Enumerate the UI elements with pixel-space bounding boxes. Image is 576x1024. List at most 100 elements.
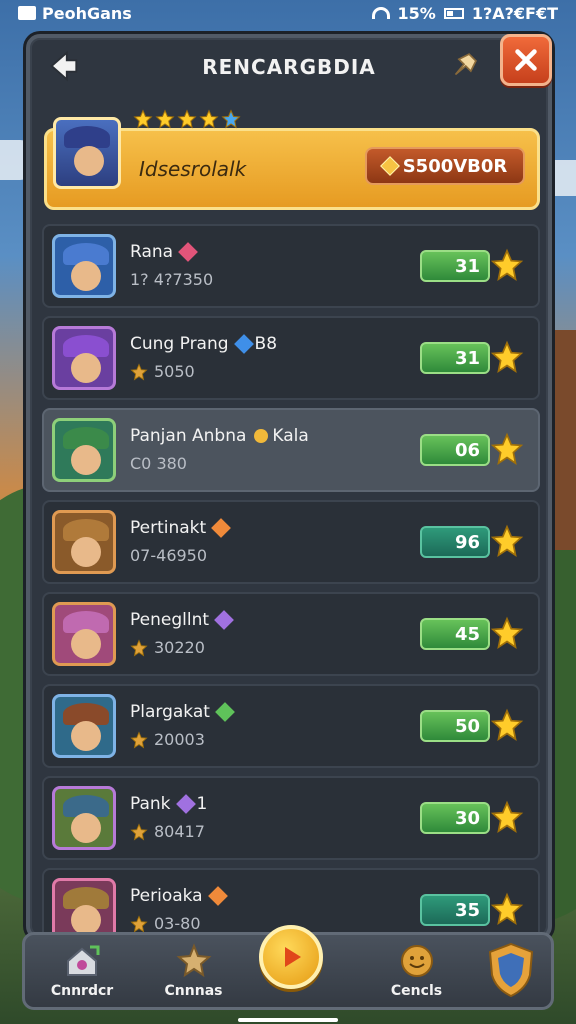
face bbox=[71, 813, 101, 843]
player-stat-text: 1? 4?7350 bbox=[130, 270, 214, 289]
panel-header: RENCARGBDIA bbox=[30, 34, 552, 96]
avatar bbox=[52, 234, 116, 298]
bottom-navigation: Cnnrdcr Cnnnas Cencls bbox=[22, 925, 554, 1010]
battery-icon bbox=[443, 7, 464, 19]
player-stat-text: 03-80 bbox=[154, 914, 201, 933]
player-name-text: Perioaka bbox=[130, 886, 203, 906]
list-item[interactable]: Penegllnt 30220 45 bbox=[42, 592, 540, 676]
player-stat-text: 5050 bbox=[154, 362, 195, 381]
player-name: Penegllnt bbox=[130, 610, 234, 630]
app-name: PeohGans bbox=[42, 3, 132, 23]
avatar bbox=[52, 694, 116, 758]
nav-label: Cencls bbox=[390, 983, 443, 999]
status-bar: PeohGans 15% 1?A?€F€T bbox=[0, 0, 576, 26]
star-icon bbox=[221, 109, 241, 129]
player-name: Panjan Anbna Kala bbox=[130, 426, 309, 446]
wifi-icon bbox=[371, 7, 390, 19]
score-badge: 96 bbox=[420, 526, 490, 558]
face bbox=[71, 629, 101, 659]
close-icon bbox=[515, 49, 537, 71]
arrow-left-icon bbox=[50, 50, 78, 82]
ranking-panel: RENCARGBDIA Idsesrolalk S500VB0R Rana 1?… bbox=[26, 34, 552, 952]
gem-icon bbox=[211, 518, 232, 538]
player-name: Plargakat bbox=[130, 702, 235, 722]
player-name-extra: Kala bbox=[272, 426, 309, 446]
player-stat: 1? 4?7350 bbox=[130, 270, 213, 289]
avatar bbox=[52, 602, 116, 666]
close-button[interactable] bbox=[500, 34, 552, 86]
player-name-text: Pank bbox=[130, 794, 171, 814]
star-icon bbox=[130, 914, 148, 932]
player-stat: 5050 bbox=[130, 362, 195, 381]
list-item[interactable]: Plargakat 20003 50 bbox=[42, 684, 540, 768]
face bbox=[71, 261, 101, 291]
pin-button[interactable] bbox=[444, 46, 484, 86]
page-title: RENCARGBDIA bbox=[202, 55, 376, 79]
player-name-text: Panjan Anbna bbox=[130, 426, 247, 446]
nav-item-badges[interactable]: Cnnnas bbox=[149, 943, 239, 999]
rows-container: Rana 1? 4?7350 31 Cung Prang B8 5050 31 Panjan … bbox=[42, 224, 540, 952]
list-item[interactable]: Cung Prang B8 5050 31 bbox=[42, 316, 540, 400]
player-stat: 20003 bbox=[130, 730, 205, 749]
star-icon bbox=[490, 892, 524, 926]
star-icon bbox=[490, 708, 524, 742]
avatar bbox=[52, 418, 116, 482]
score-badge: 45 bbox=[420, 618, 490, 650]
star-icon bbox=[130, 362, 148, 380]
clock: 1?A?€F€T bbox=[471, 3, 558, 23]
nav-label: Cnnnas bbox=[164, 983, 223, 999]
nav-item-coins[interactable]: Cencls bbox=[372, 943, 462, 999]
pin-icon bbox=[454, 53, 477, 76]
face bbox=[71, 353, 101, 383]
gem-icon bbox=[175, 794, 196, 814]
player-name-text: Penegllnt bbox=[130, 610, 210, 630]
face bbox=[71, 445, 101, 475]
score-badge: 31 bbox=[420, 250, 490, 282]
avatar bbox=[52, 326, 116, 390]
shield-button[interactable] bbox=[483, 937, 539, 999]
star-icon bbox=[177, 109, 197, 129]
player-name-extra: 1 bbox=[196, 794, 208, 814]
gem-icon bbox=[379, 156, 400, 176]
list-item[interactable]: Pertinakt 07-46950 96 bbox=[42, 500, 540, 584]
nav-item-home[interactable]: Cnnrdcr bbox=[37, 943, 127, 999]
star-icon bbox=[490, 432, 524, 466]
score-badge: 31 bbox=[420, 342, 490, 374]
star-icon bbox=[130, 730, 148, 748]
play-button[interactable] bbox=[259, 925, 323, 989]
star-badge-icon bbox=[176, 943, 211, 978]
house-icon bbox=[67, 945, 100, 976]
list-item[interactable]: Rana 1? 4?7350 31 bbox=[42, 224, 540, 308]
star-icon bbox=[130, 822, 148, 840]
ranking-list: Idsesrolalk S500VB0R Rana 1? 4?7350 31 Cung… bbox=[42, 108, 540, 952]
star-icon bbox=[490, 340, 524, 374]
player-stat: 80417 bbox=[130, 822, 205, 841]
featured-entry[interactable]: Idsesrolalk S500VB0R bbox=[44, 109, 540, 210]
featured-value-button[interactable]: S500VB0R bbox=[365, 147, 525, 185]
score-badge: 35 bbox=[420, 894, 490, 926]
coin-face-icon bbox=[400, 945, 433, 977]
star-icon bbox=[490, 524, 524, 558]
player-stat-text: C0 380 bbox=[130, 454, 187, 473]
player-stat-text: 20003 bbox=[154, 730, 205, 749]
home-indicator bbox=[238, 1018, 338, 1022]
player-name-text: Rana bbox=[130, 242, 174, 262]
nav-label: Cnnrdcr bbox=[50, 983, 114, 999]
player-name-text: Cung Prang bbox=[130, 334, 229, 354]
list-item[interactable]: Pank 1 80417 30 bbox=[42, 776, 540, 860]
star-icon bbox=[490, 248, 524, 282]
avatar bbox=[52, 786, 116, 850]
player-name-text: Plargakat bbox=[130, 702, 210, 722]
list-item[interactable]: Panjan Anbna Kala C0 380 06 bbox=[42, 408, 540, 492]
gem-icon bbox=[214, 610, 234, 630]
player-name: Perioaka bbox=[130, 886, 228, 906]
featured-value: S500VB0R bbox=[402, 155, 508, 177]
player-stat: 07-46950 bbox=[130, 546, 207, 565]
star-icon bbox=[155, 109, 175, 129]
player-stat: C0 380 bbox=[130, 454, 187, 473]
face bbox=[71, 721, 101, 751]
face bbox=[71, 537, 101, 567]
gem-icon bbox=[178, 242, 198, 262]
back-button[interactable] bbox=[40, 44, 86, 88]
gem-icon bbox=[215, 702, 235, 722]
